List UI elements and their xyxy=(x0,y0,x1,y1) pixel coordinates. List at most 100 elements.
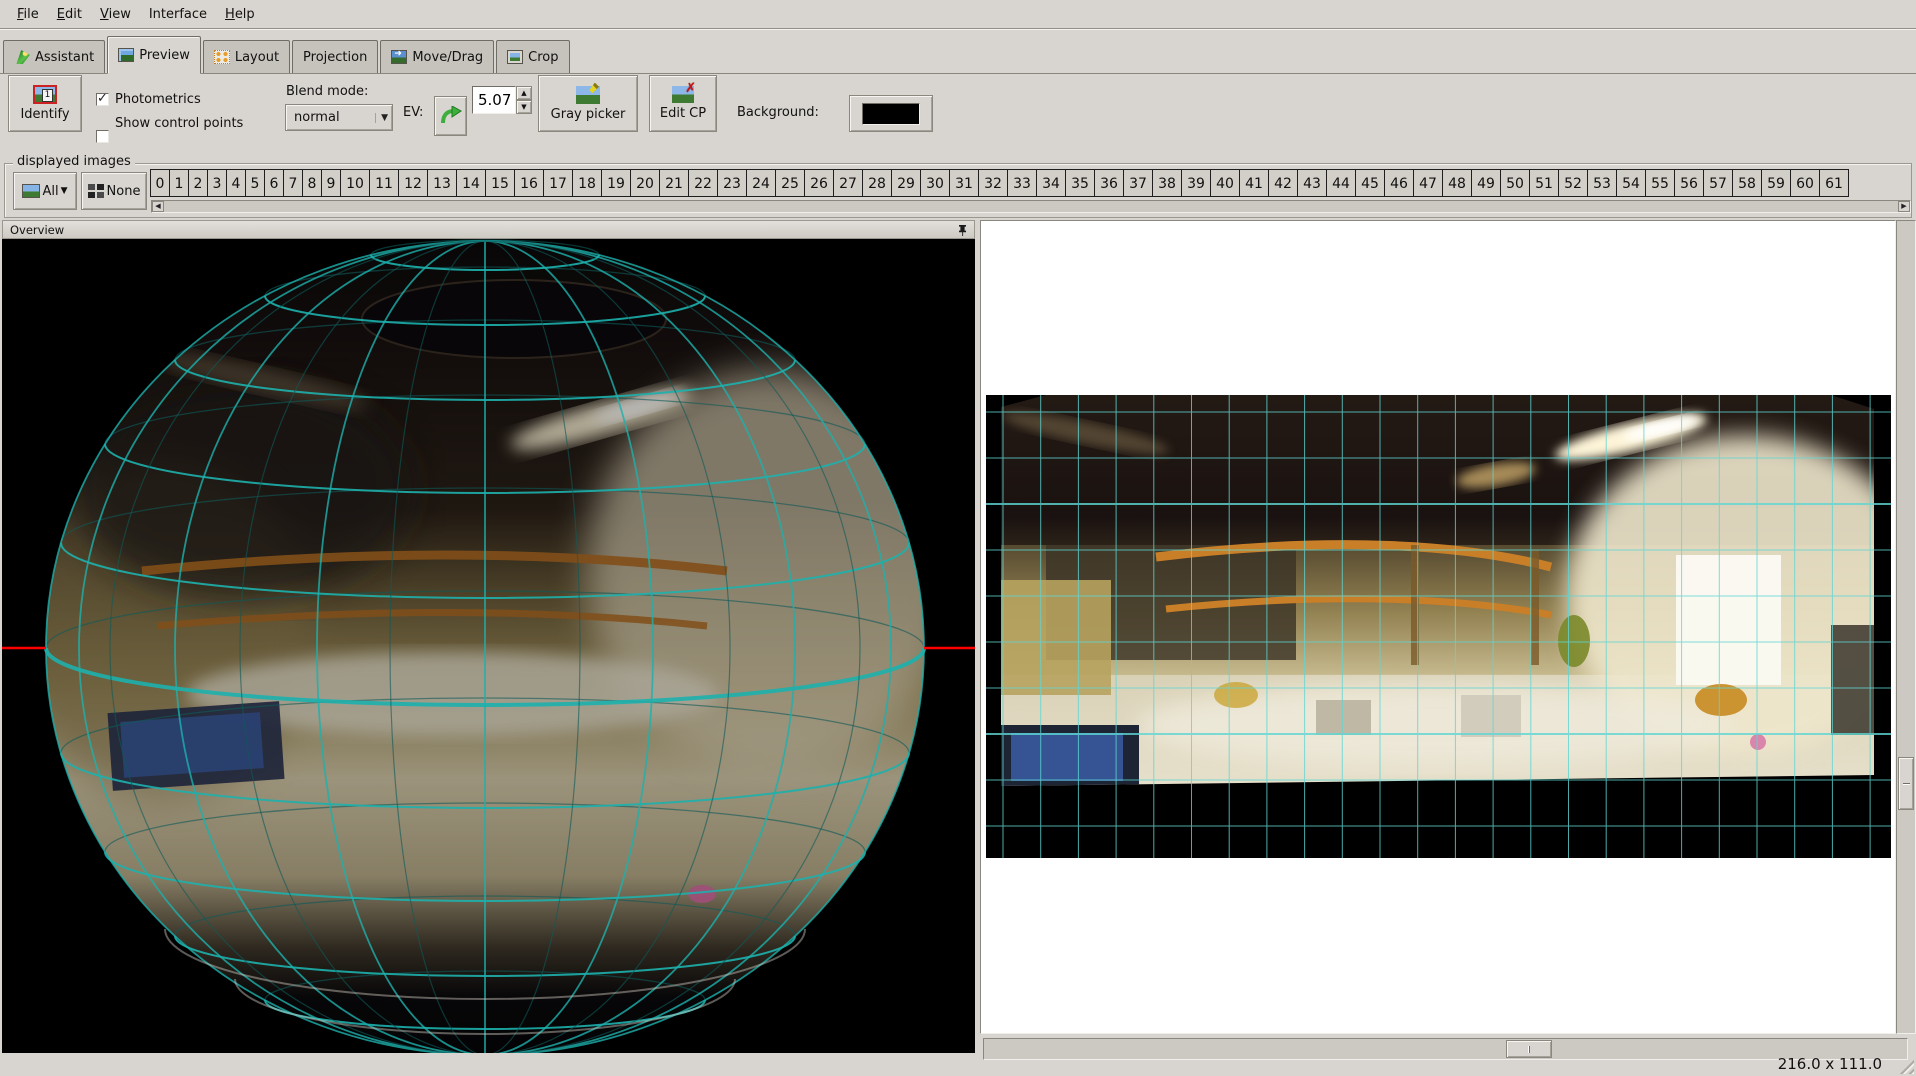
show-all-images-button[interactable]: All ▼ xyxy=(13,172,77,210)
image-toggle-51[interactable]: 51 xyxy=(1529,169,1559,197)
image-toggle-22[interactable]: 22 xyxy=(688,169,718,197)
image-toggle-44[interactable]: 44 xyxy=(1326,169,1356,197)
image-toggle-61[interactable]: 61 xyxy=(1819,169,1849,197)
image-toggle-54[interactable]: 54 xyxy=(1616,169,1646,197)
image-toggle-12[interactable]: 12 xyxy=(398,169,428,197)
vertical-scrollbar-thumb[interactable] xyxy=(1898,757,1914,810)
pin-icon[interactable] xyxy=(958,224,967,236)
image-toggle-0[interactable]: 0 xyxy=(150,169,170,197)
image-toggle-9[interactable]: 9 xyxy=(321,169,341,197)
tab-crop[interactable]: Crop xyxy=(496,40,569,73)
image-toggle-42[interactable]: 42 xyxy=(1268,169,1298,197)
image-toggle-38[interactable]: 38 xyxy=(1152,169,1182,197)
image-toggle-10[interactable]: 10 xyxy=(340,169,370,197)
image-toggle-7[interactable]: 7 xyxy=(283,169,303,197)
menu-interface[interactable]: Interface xyxy=(140,2,216,27)
image-toggle-17[interactable]: 17 xyxy=(543,169,573,197)
movedrag-icon xyxy=(391,50,407,64)
status-bar: 216.0 x 111.0 xyxy=(0,1053,1916,1076)
image-toggle-45[interactable]: 45 xyxy=(1355,169,1385,197)
edit-cp-icon: ✗ xyxy=(672,86,694,103)
show-none-images-button[interactable]: None xyxy=(81,172,147,210)
preview-panel[interactable] xyxy=(980,220,1896,1034)
image-toggle-4[interactable]: 4 xyxy=(226,169,246,197)
image-toggle-57[interactable]: 57 xyxy=(1703,169,1733,197)
scroll-right-icon[interactable]: ▶ xyxy=(1898,201,1910,212)
image-toggle-39[interactable]: 39 xyxy=(1181,169,1211,197)
image-toggle-27[interactable]: 27 xyxy=(833,169,863,197)
image-toggle-35[interactable]: 35 xyxy=(1065,169,1095,197)
tab-projection[interactable]: Projection xyxy=(292,40,378,73)
image-toggle-43[interactable]: 43 xyxy=(1297,169,1327,197)
ev-reset-button[interactable] xyxy=(434,96,467,136)
image-toggle-52[interactable]: 52 xyxy=(1558,169,1588,197)
image-toggle-25[interactable]: 25 xyxy=(775,169,805,197)
ev-spin-down-button[interactable]: ▼ xyxy=(516,100,532,114)
overview-panel: Overview xyxy=(2,220,975,1053)
image-toggle-33[interactable]: 33 xyxy=(1007,169,1037,197)
scroll-left-icon[interactable]: ◀ xyxy=(152,201,164,212)
image-toggle-31[interactable]: 31 xyxy=(949,169,979,197)
image-toggle-21[interactable]: 21 xyxy=(659,169,689,197)
image-toggle-53[interactable]: 53 xyxy=(1587,169,1617,197)
menu-edit[interactable]: Edit xyxy=(48,2,91,27)
image-toggle-41[interactable]: 41 xyxy=(1239,169,1269,197)
image-toggle-60[interactable]: 60 xyxy=(1790,169,1820,197)
image-toggle-23[interactable]: 23 xyxy=(717,169,747,197)
image-toggle-3[interactable]: 3 xyxy=(207,169,227,197)
image-toggle-5[interactable]: 5 xyxy=(245,169,265,197)
image-toggle-28[interactable]: 28 xyxy=(862,169,892,197)
sphere-overview-canvas[interactable] xyxy=(2,239,975,1053)
photometrics-checkbox[interactable] xyxy=(96,93,109,106)
ev-input[interactable] xyxy=(473,87,515,113)
tab-move-drag[interactable]: Move/Drag xyxy=(380,40,494,73)
image-toggle-40[interactable]: 40 xyxy=(1210,169,1240,197)
window-resize-grip[interactable] xyxy=(1897,1057,1914,1074)
image-toggle-55[interactable]: 55 xyxy=(1645,169,1675,197)
image-toggle-32[interactable]: 32 xyxy=(978,169,1008,197)
image-toggle-18[interactable]: 18 xyxy=(572,169,602,197)
ev-spin-up-button[interactable]: ▲ xyxy=(516,86,532,100)
image-toggle-49[interactable]: 49 xyxy=(1471,169,1501,197)
image-toggle-37[interactable]: 37 xyxy=(1123,169,1153,197)
image-toggle-50[interactable]: 50 xyxy=(1500,169,1530,197)
menu-file[interactable]: File xyxy=(8,2,48,27)
image-toggle-56[interactable]: 56 xyxy=(1674,169,1704,197)
tab-assistant[interactable]: Assistant xyxy=(3,40,105,73)
image-toggle-6[interactable]: 6 xyxy=(264,169,284,197)
image-toggle-15[interactable]: 15 xyxy=(485,169,515,197)
blend-mode-select[interactable]: normal ▼ xyxy=(285,104,393,131)
image-strip-scrollbar[interactable]: ◀ ▶ xyxy=(151,200,1911,213)
image-toggle-26[interactable]: 26 xyxy=(804,169,834,197)
image-toggle-24[interactable]: 24 xyxy=(746,169,776,197)
image-toggle-20[interactable]: 20 xyxy=(630,169,660,197)
image-toggle-59[interactable]: 59 xyxy=(1761,169,1791,197)
image-toggle-11[interactable]: 11 xyxy=(369,169,399,197)
image-toggle-46[interactable]: 46 xyxy=(1384,169,1414,197)
image-toggle-47[interactable]: 47 xyxy=(1413,169,1443,197)
tab-preview[interactable]: Preview xyxy=(107,36,201,74)
edit-cp-button[interactable]: ✗ Edit CP xyxy=(649,75,717,132)
image-toggle-48[interactable]: 48 xyxy=(1442,169,1472,197)
image-toggle-8[interactable]: 8 xyxy=(302,169,322,197)
image-toggle-2[interactable]: 2 xyxy=(188,169,208,197)
image-toggle-14[interactable]: 14 xyxy=(456,169,486,197)
menu-view[interactable]: View xyxy=(91,2,140,27)
image-toggle-30[interactable]: 30 xyxy=(920,169,950,197)
background-color-button[interactable] xyxy=(849,95,933,132)
image-toggle-36[interactable]: 36 xyxy=(1094,169,1124,197)
image-toggle-13[interactable]: 13 xyxy=(427,169,457,197)
image-toggle-29[interactable]: 29 xyxy=(891,169,921,197)
ev-spinner[interactable] xyxy=(472,86,516,114)
gray-picker-button[interactable]: Gray picker xyxy=(538,75,638,132)
image-toggle-19[interactable]: 19 xyxy=(601,169,631,197)
show-control-points-checkbox[interactable] xyxy=(96,130,109,143)
image-toggle-16[interactable]: 16 xyxy=(514,169,544,197)
image-toggle-1[interactable]: 1 xyxy=(169,169,189,197)
preview-vertical-scrollbar[interactable] xyxy=(1896,220,1916,1034)
image-toggle-58[interactable]: 58 xyxy=(1732,169,1762,197)
tab-layout[interactable]: Layout xyxy=(203,40,290,73)
identify-button[interactable]: 1 Identify xyxy=(8,75,82,132)
image-toggle-34[interactable]: 34 xyxy=(1036,169,1066,197)
menu-help[interactable]: Help xyxy=(216,2,264,27)
